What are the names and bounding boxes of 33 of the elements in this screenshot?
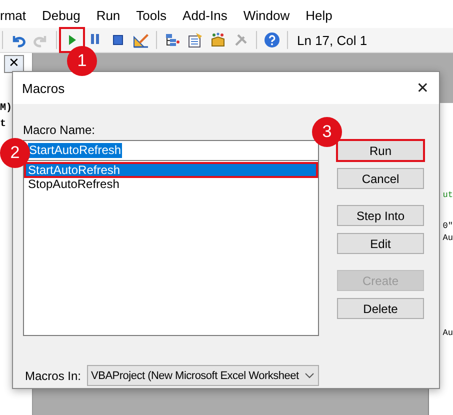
macro-list-item[interactable]: StopAutoRefresh (25, 177, 317, 191)
macro-list[interactable]: StartAutoRefresh StopAutoRefresh (23, 160, 319, 336)
menu-item[interactable]: Debug (42, 6, 80, 22)
macro-name-field[interactable]: StartAutoRefresh (23, 140, 319, 160)
close-button[interactable]: ✕ (414, 79, 431, 97)
menu-item[interactable]: Run (96, 6, 120, 22)
menu-item[interactable]: Add-Ins (182, 6, 228, 22)
caret-icon (305, 372, 314, 378)
menu-item[interactable]: rmat (0, 6, 26, 22)
code-fragment: Au (442, 327, 453, 339)
field-label: Macros In: (25, 368, 82, 382)
properties-icon[interactable] (187, 32, 203, 48)
dialog-title: Macros (22, 80, 65, 96)
menu-item[interactable]: Window (243, 6, 290, 22)
macros-in-dropdown[interactable]: VBAProject (New Microsoft Excel Worksheet (87, 365, 319, 386)
help-icon[interactable] (264, 32, 280, 48)
project-tree-icon[interactable] (164, 32, 180, 48)
cursor-position: Ln 17, Col 1 (297, 32, 368, 48)
code-fragment: 0" (442, 220, 453, 232)
code-fragment: Au (442, 232, 453, 244)
dialog-button[interactable]: Edit (337, 233, 424, 254)
code-fragment: M) (0, 102, 14, 116)
menu-item[interactable]: Help (306, 6, 332, 22)
stop-icon[interactable] (110, 32, 126, 48)
field-label: Macro Name: (23, 123, 96, 137)
dialog-button[interactable]: Delete (337, 298, 424, 319)
dialog-button[interactable]: Cancel (337, 168, 424, 189)
close-button[interactable]: ✕ (4, 55, 24, 73)
ruler-pencil-icon[interactable] (133, 32, 149, 48)
box-icon[interactable] (210, 32, 226, 48)
dialog-button[interactable]: Step Into (337, 205, 424, 226)
code-fragment: ut (442, 189, 453, 201)
menu-item[interactable]: Tools (136, 6, 167, 22)
